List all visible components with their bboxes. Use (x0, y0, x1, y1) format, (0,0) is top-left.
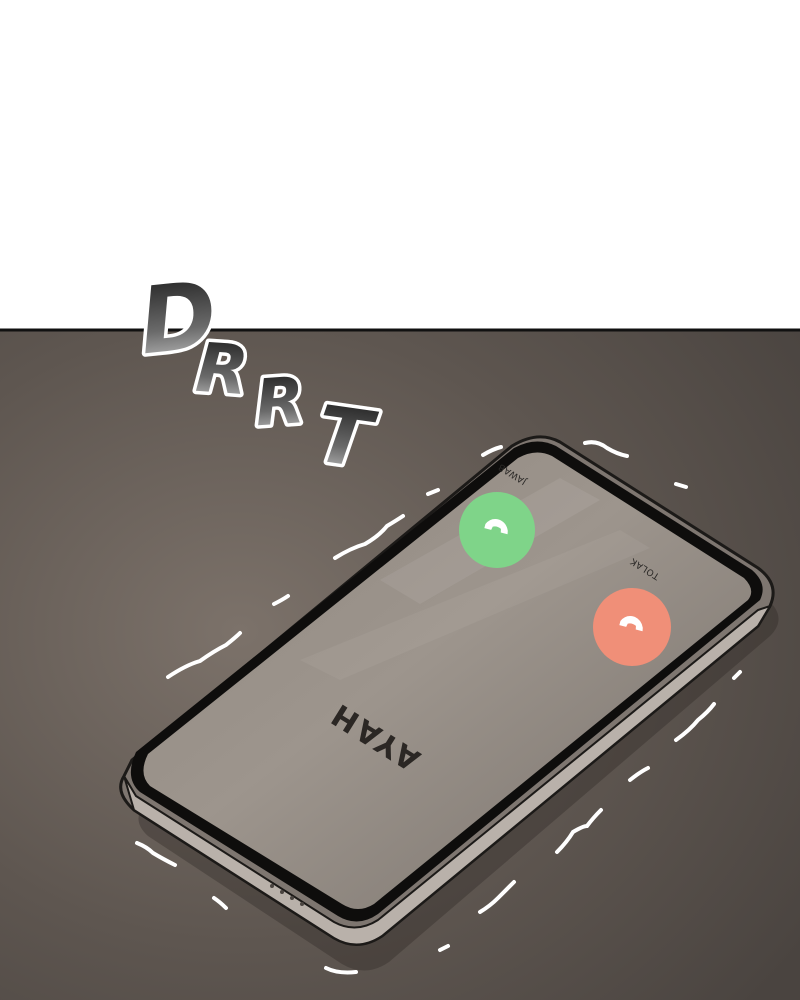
sfx-letter: R (253, 364, 307, 441)
sfx-letter: R (193, 329, 251, 411)
comic-panel: JAWAB TOLAK AYAH D R R T (0, 0, 800, 1000)
answer-call-button[interactable] (459, 492, 535, 568)
decline-call-button[interactable] (593, 588, 671, 666)
white-background (0, 0, 800, 330)
